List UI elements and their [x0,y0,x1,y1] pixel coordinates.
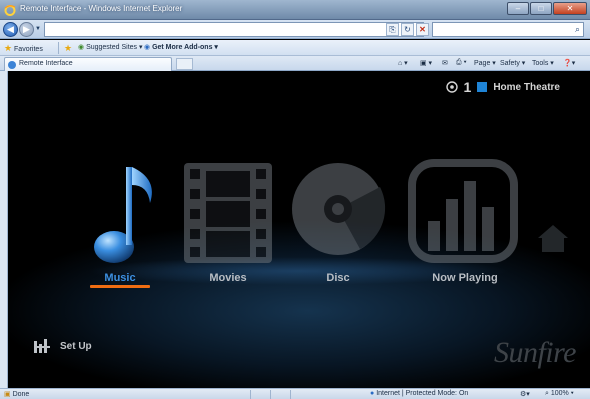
equalizer-bars-icon [408,159,518,263]
get-more-addons-label: Get More Add-ons ▾ [152,44,218,51]
favorites-button[interactable]: ★ Favorites [4,43,43,54]
suggested-sites-icon: ◉ [78,44,85,51]
favorites-separator [58,42,59,54]
add-favorite-icon: ★ [64,43,73,53]
zoom-icon: ⌕ [545,390,549,397]
recent-pages-dropdown[interactable]: ▼ [35,26,41,32]
page-icon [8,61,16,69]
disc-icon [292,163,386,255]
active-tile-underline [90,285,150,288]
zone-selector[interactable]: 1 Home Theatre [445,79,560,95]
status-separator [270,390,271,399]
disc-tile[interactable] [290,159,386,272]
favorites-label: Favorites [14,46,43,53]
zone-settings-button[interactable]: ⚙▾ [520,390,530,398]
title-bar: Remote Interface - Windows Internet Expl… [0,0,590,20]
setup-label: Set Up [60,340,92,352]
address-tools: ⎘ ↻ ✕ [386,23,429,36]
window-title: Remote Interface - Windows Internet Expl… [20,4,183,13]
now-playing-tile[interactable] [408,159,518,272]
status-text: ▣ Done [4,391,30,398]
tab-label: Remote Interface [19,60,73,67]
page-menu[interactable]: Page ▾ [474,59,496,67]
remote-interface-page: 1 Home Theatre Music Movies Disc Now Pla… [8,71,590,388]
tab-remote-interface[interactable]: Remote Interface [4,57,172,71]
close-button[interactable]: ✕ [553,2,587,15]
new-tab-button[interactable] [176,58,193,70]
setup-tools-icon [34,339,50,353]
sunfire-logo: Sunfire [493,336,577,369]
home-icon[interactable] [536,221,570,255]
print-button[interactable]: ⎙ ▾ [456,59,467,67]
globe-icon: ● [370,390,375,397]
refresh-button[interactable]: ↻ [401,23,414,36]
status-bar: ▣ Done ● Internet | Protected Mode: On ⚙… [0,388,590,399]
music-tile[interactable] [86,159,158,272]
gear-icon: ⚙ [520,391,527,398]
safety-menu[interactable]: Safety ▾ [500,59,525,67]
help-menu[interactable]: ❓▾ [563,59,575,67]
star-icon: ★ [4,43,13,53]
search-input[interactable]: ⌕ [432,22,584,37]
back-button[interactable]: ◀ [3,22,18,37]
zone-name: Home Theatre [493,81,560,93]
home-button[interactable]: ⌂ ▾ [398,59,408,67]
caption-buttons: – □ ✕ [506,2,587,15]
music-note-icon [94,167,152,263]
movies-tile[interactable] [180,159,276,272]
tools-menu[interactable]: Tools ▾ [532,59,554,67]
address-row: ◀ ▶ ▼ ⎘ ↻ ✕ ⌕ [0,20,590,39]
get-more-addons-link[interactable]: ◉ Get More Add-ons ▾ [144,43,218,51]
speaker-icon [445,81,458,93]
read-mail-button[interactable]: ✉ [442,59,448,67]
done-page-icon: ▣ [4,391,11,398]
feeds-button[interactable]: ▣ ▾ [420,59,432,67]
maximize-button[interactable]: □ [530,2,552,15]
page-left-edge [0,71,8,388]
zone-number: 1 [463,79,472,95]
setup-button[interactable]: Set Up [34,339,92,353]
favorites-bar: ★ Favorites ★ ◉ Suggested Sites ▾ ◉ Get … [0,40,590,56]
tile-label-now-playing[interactable]: Now Playing [405,272,525,284]
zoom-control[interactable]: ⌕ 100% ▾ [545,390,574,398]
tab-row: Remote Interface ⌂ ▾ ▣ ▾ ✉ ⎙ ▾ Page ▾ Sa… [0,56,590,71]
back-arrow-icon: ◀ [7,24,14,34]
compatibility-view-button[interactable]: ⎘ [386,23,399,36]
film-strip-icon [184,163,272,263]
forward-button[interactable]: ▶ [19,22,34,37]
minimize-button[interactable]: – [507,2,529,15]
addons-icon: ◉ [144,44,151,51]
status-separator [250,390,251,399]
status-separator [290,390,291,399]
print-icon: ⎙ [456,59,462,66]
tile-label-movies[interactable]: Movies [168,272,288,284]
search-icon[interactable]: ⌕ [575,24,580,35]
suggested-sites-link[interactable]: ◉ Suggested Sites ▾ [78,43,143,51]
add-to-favorites-bar-button[interactable]: ★ [64,43,72,54]
stop-button[interactable]: ✕ [416,23,429,36]
security-zone[interactable]: ● Internet | Protected Mode: On [370,390,468,397]
suggested-sites-label: Suggested Sites ▾ [86,44,143,51]
browser-window: Remote Interface - Windows Internet Expl… [0,0,590,399]
tile-label-disc[interactable]: Disc [278,272,398,284]
address-bar[interactable] [44,22,424,37]
zone-color-swatch [477,82,488,92]
ie-logo-icon [4,5,16,16]
forward-arrow-icon: ▶ [23,24,30,34]
tile-label-music[interactable]: Music [60,272,180,284]
